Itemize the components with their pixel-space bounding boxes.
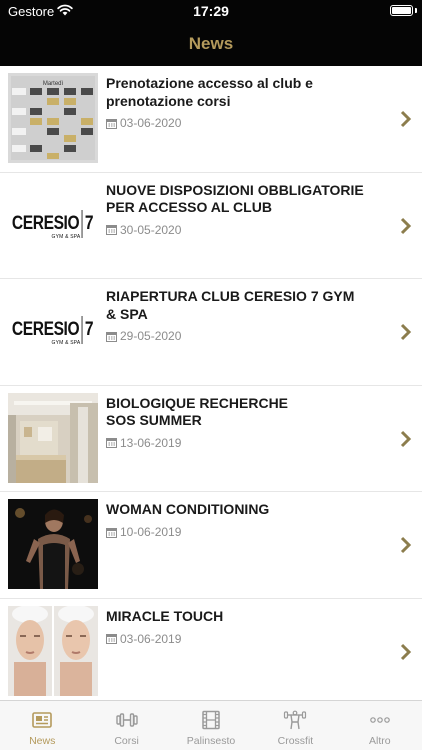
news-row[interactable]: CERESIO 7 GYM & SPA RIAPERTURA CLUB CERES… bbox=[0, 279, 422, 386]
news-row[interactable]: MIRACLE TOUCH 03-06-2019 bbox=[0, 599, 422, 701]
tab-crossfit[interactable]: Crossfit bbox=[253, 701, 337, 750]
battery-icon bbox=[390, 5, 413, 16]
ceresio-logo: CERESIO 7 GYM & SPA bbox=[8, 286, 98, 376]
calendar-icon bbox=[106, 527, 117, 538]
tab-palinsesto[interactable]: Palinsesto bbox=[169, 701, 253, 750]
news-title[interactable]: NUOVE DISPOSIZIONI OBBLIGATORIE PER ACCE… bbox=[106, 182, 388, 217]
battery-tip bbox=[415, 8, 417, 13]
news-date-text: 30-05-2020 bbox=[120, 222, 182, 237]
news-title[interactable]: WOMAN CONDITIONING bbox=[106, 501, 388, 519]
top-bar: Gestore 17:29 News bbox=[0, 0, 422, 66]
newspaper-icon bbox=[32, 712, 53, 728]
logo-number: 7 bbox=[85, 319, 94, 340]
news-thumbnail-woman-training bbox=[8, 499, 98, 589]
calendar-icon bbox=[106, 225, 117, 235]
logo-name: CERESIO bbox=[12, 319, 80, 340]
chevron-right-icon[interactable] bbox=[400, 323, 412, 341]
news-date-text: 29-05-2020 bbox=[120, 329, 182, 343]
news-date: 30-05-2020 bbox=[106, 223, 181, 237]
page-title: News bbox=[188, 34, 234, 53]
news-row[interactable]: Martedì Prenotazione accesso al club e p… bbox=[0, 66, 422, 173]
dumbbell-icon bbox=[115, 713, 138, 727]
news-row[interactable]: WOMAN CONDITIONING 10-06-2019 bbox=[0, 492, 422, 599]
tab-news-label: News bbox=[29, 735, 56, 747]
news-title[interactable]: RIAPERTURA CLUB CERESIO 7 GYM & SPA bbox=[106, 288, 388, 323]
news-thumbnail-spa-room bbox=[8, 392, 98, 483]
calendar-icon bbox=[106, 331, 117, 342]
news-date: 13-06-2019 bbox=[106, 436, 181, 450]
news-date: 03-06-2020 bbox=[106, 116, 181, 130]
thumb-caption: Martedì bbox=[43, 81, 64, 87]
news-date: 10-06-2019 bbox=[106, 525, 181, 539]
calendar-icon bbox=[106, 634, 117, 644]
news-row[interactable]: CERESIO 7 GYM & SPA NUOVE DISPOSIZIONI OB… bbox=[0, 173, 422, 279]
news-date: 29-05-2020 bbox=[106, 329, 181, 343]
news-title[interactable]: Prenotazione accesso al club e prenotazi… bbox=[106, 75, 388, 110]
news-list[interactable]: Martedì Prenotazione accesso al club e p… bbox=[0, 66, 422, 700]
news-date-text: 13-06-2019 bbox=[120, 435, 182, 450]
tab-palinsesto-label: Palinsesto bbox=[186, 735, 236, 747]
logo-number: 7 bbox=[85, 212, 94, 234]
news-date: 03-06-2019 bbox=[106, 632, 181, 646]
news-thumbnail-facial bbox=[8, 605, 98, 696]
news-date-text: 03-06-2019 bbox=[120, 631, 182, 646]
status-bar: Gestore 17:29 bbox=[0, 0, 422, 22]
news-title[interactable]: MIRACLE TOUCH bbox=[106, 608, 388, 626]
ceresio-logo: CERESIO 7 GYM & SPA bbox=[8, 180, 98, 270]
tab-altro-label: Altro bbox=[369, 735, 391, 747]
tab-bar: News Corsi Palinsesto Crossfit Altro bbox=[0, 700, 422, 750]
chevron-right-icon[interactable] bbox=[400, 110, 412, 128]
news-title[interactable]: BIOLOGIQUE RECHERCHE SOS SUMMER bbox=[106, 395, 388, 430]
chevron-right-icon[interactable] bbox=[400, 217, 412, 235]
chevron-right-icon[interactable] bbox=[400, 430, 412, 448]
tab-corsi[interactable]: Corsi bbox=[84, 701, 168, 750]
calendar-icon bbox=[106, 118, 117, 129]
chevron-right-icon[interactable] bbox=[400, 536, 412, 554]
logo-name: CERESIO bbox=[12, 212, 80, 234]
news-date-text: 03-06-2020 bbox=[120, 116, 182, 130]
clock: 17:29 bbox=[193, 3, 229, 19]
news-date-text: 10-06-2019 bbox=[120, 525, 182, 539]
more-icon bbox=[370, 717, 390, 723]
chevron-right-icon[interactable] bbox=[400, 643, 412, 661]
tab-altro[interactable]: Altro bbox=[338, 701, 422, 750]
tab-corsi-label: Corsi bbox=[114, 735, 139, 747]
crossfit-icon bbox=[284, 710, 307, 730]
calendar-icon bbox=[106, 438, 117, 448]
film-icon bbox=[202, 710, 220, 730]
tab-news[interactable]: News bbox=[0, 701, 84, 750]
news-row[interactable]: BIOLOGIQUE RECHERCHE SOS SUMMER 13-06-20… bbox=[0, 386, 422, 492]
news-thumbnail-schedule: Martedì bbox=[8, 73, 98, 163]
tab-crossfit-label: Crossfit bbox=[277, 735, 314, 747]
